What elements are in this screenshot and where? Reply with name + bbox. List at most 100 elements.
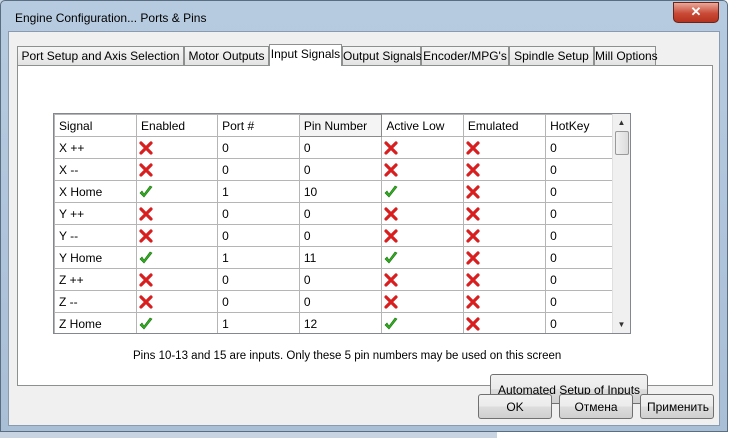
- emulated-cell[interactable]: [462, 202, 547, 225]
- pin-number-cell[interactable]: 0: [298, 202, 383, 225]
- cancel-button[interactable]: Отмена: [559, 394, 633, 419]
- green-check-icon[interactable]: [139, 184, 153, 198]
- pin-number-cell[interactable]: 12: [298, 312, 383, 333]
- emulated-cell[interactable]: [462, 312, 547, 333]
- signal-cell[interactable]: Z --: [54, 290, 138, 313]
- enabled-cell[interactable]: [136, 246, 219, 269]
- enabled-cell[interactable]: [136, 312, 219, 333]
- scroll-thumb[interactable]: [615, 131, 629, 155]
- pin-number-cell[interactable]: 0: [298, 268, 383, 291]
- signal-cell[interactable]: Y Home: [54, 246, 138, 269]
- tab-output-signals[interactable]: Output Signals: [342, 46, 422, 65]
- ok-button[interactable]: OK: [478, 394, 552, 419]
- close-button[interactable]: ✕: [673, 2, 719, 23]
- port-cell[interactable]: 1: [217, 246, 300, 269]
- tab-encoder-mpg-s[interactable]: Encoder/MPG's: [421, 46, 509, 65]
- signal-cell[interactable]: X ++: [54, 136, 138, 159]
- red-x-icon[interactable]: [139, 272, 153, 287]
- red-x-icon[interactable]: [384, 206, 398, 221]
- tab-motor-outputs[interactable]: Motor Outputs: [184, 46, 269, 65]
- active-low-cell[interactable]: [381, 158, 464, 181]
- red-x-icon[interactable]: [139, 206, 153, 221]
- red-x-icon[interactable]: [466, 250, 480, 265]
- active-low-cell[interactable]: [381, 268, 464, 291]
- port-cell[interactable]: 1: [217, 312, 300, 333]
- tab-input-signals[interactable]: Input Signals: [269, 44, 342, 66]
- pin-number-cell[interactable]: 0: [298, 136, 383, 159]
- active-low-cell[interactable]: [381, 246, 464, 269]
- table-row[interactable]: X ++ 0 0 0: [54, 136, 630, 159]
- emulated-cell[interactable]: [462, 224, 547, 247]
- table-row[interactable]: Y -- 0 0 0: [54, 224, 630, 247]
- table-row[interactable]: Z ++ 0 0 0: [54, 268, 630, 291]
- emulated-cell[interactable]: [462, 136, 547, 159]
- pin-number-cell[interactable]: 0: [298, 158, 383, 181]
- red-x-icon[interactable]: [139, 162, 153, 177]
- red-x-icon[interactable]: [466, 184, 480, 199]
- green-check-icon[interactable]: [139, 250, 153, 264]
- emulated-cell[interactable]: [462, 268, 547, 291]
- green-check-icon[interactable]: [384, 184, 398, 198]
- pin-number-cell[interactable]: 0: [298, 224, 383, 247]
- green-check-icon[interactable]: [139, 316, 153, 330]
- table-row[interactable]: Y Home 1 11 0: [54, 246, 630, 269]
- apply-button[interactable]: Применить: [640, 394, 714, 419]
- enabled-cell[interactable]: [136, 158, 219, 181]
- title-bar[interactable]: Engine Configuration... Ports & Pins ✕: [1, 1, 727, 31]
- scroll-up-arrow-icon[interactable]: ▲: [613, 114, 630, 131]
- red-x-icon[interactable]: [139, 140, 153, 155]
- red-x-icon[interactable]: [466, 140, 480, 155]
- pin-number-cell[interactable]: 11: [298, 246, 383, 269]
- enabled-cell[interactable]: [136, 224, 219, 247]
- pin-number-cell[interactable]: 0: [298, 290, 383, 313]
- green-check-icon[interactable]: [384, 316, 398, 330]
- signal-cell[interactable]: Y ++: [54, 202, 138, 225]
- port-cell[interactable]: 0: [217, 224, 300, 247]
- enabled-cell[interactable]: [136, 136, 219, 159]
- port-cell[interactable]: 0: [217, 136, 300, 159]
- green-check-icon[interactable]: [384, 250, 398, 264]
- input-signals-grid[interactable]: Signal Enabled Port # Pin Number Active Low E…: [53, 113, 631, 334]
- red-x-icon[interactable]: [466, 294, 480, 309]
- grid-vertical-scrollbar[interactable]: ▲ ▼: [612, 114, 630, 333]
- emulated-cell[interactable]: [462, 246, 547, 269]
- red-x-icon[interactable]: [466, 272, 480, 287]
- port-cell[interactable]: 0: [217, 290, 300, 313]
- port-cell[interactable]: 0: [217, 268, 300, 291]
- tab-port-setup-and-axis-selection[interactable]: Port Setup and Axis Selection: [17, 46, 184, 65]
- signal-cell[interactable]: X Home: [54, 180, 138, 203]
- table-row[interactable]: Z -- 0 0 0: [54, 290, 630, 313]
- active-low-cell[interactable]: [381, 312, 464, 333]
- red-x-icon[interactable]: [139, 228, 153, 243]
- port-cell[interactable]: 1: [217, 180, 300, 203]
- table-row[interactable]: Z Home 1 12 0: [54, 312, 630, 333]
- active-low-cell[interactable]: [381, 224, 464, 247]
- tab-mill-options[interactable]: Mill Options: [594, 46, 658, 65]
- table-row[interactable]: Y ++ 0 0 0: [54, 202, 630, 225]
- signal-cell[interactable]: X --: [54, 158, 138, 181]
- column-header-enabled[interactable]: Enabled: [136, 114, 219, 137]
- column-header-signal[interactable]: Signal: [54, 114, 138, 137]
- red-x-icon[interactable]: [466, 206, 480, 221]
- table-row[interactable]: X -- 0 0 0: [54, 158, 630, 181]
- port-cell[interactable]: 0: [217, 158, 300, 181]
- port-cell[interactable]: 0: [217, 202, 300, 225]
- active-low-cell[interactable]: [381, 202, 464, 225]
- column-header-pin-number[interactable]: Pin Number: [298, 114, 383, 137]
- enabled-cell[interactable]: [136, 290, 219, 313]
- enabled-cell[interactable]: [136, 202, 219, 225]
- red-x-icon[interactable]: [466, 162, 480, 177]
- active-low-cell[interactable]: [381, 290, 464, 313]
- enabled-cell[interactable]: [136, 180, 219, 203]
- emulated-cell[interactable]: [462, 180, 547, 203]
- pin-number-cell[interactable]: 10: [298, 180, 383, 203]
- active-low-cell[interactable]: [381, 180, 464, 203]
- column-header-emulated[interactable]: Emulated: [462, 114, 547, 137]
- enabled-cell[interactable]: [136, 268, 219, 291]
- red-x-icon[interactable]: [384, 140, 398, 155]
- signal-cell[interactable]: Y --: [54, 224, 138, 247]
- active-low-cell[interactable]: [381, 136, 464, 159]
- red-x-icon[interactable]: [384, 228, 398, 243]
- column-header-active-low[interactable]: Active Low: [381, 114, 464, 137]
- red-x-icon[interactable]: [466, 228, 480, 243]
